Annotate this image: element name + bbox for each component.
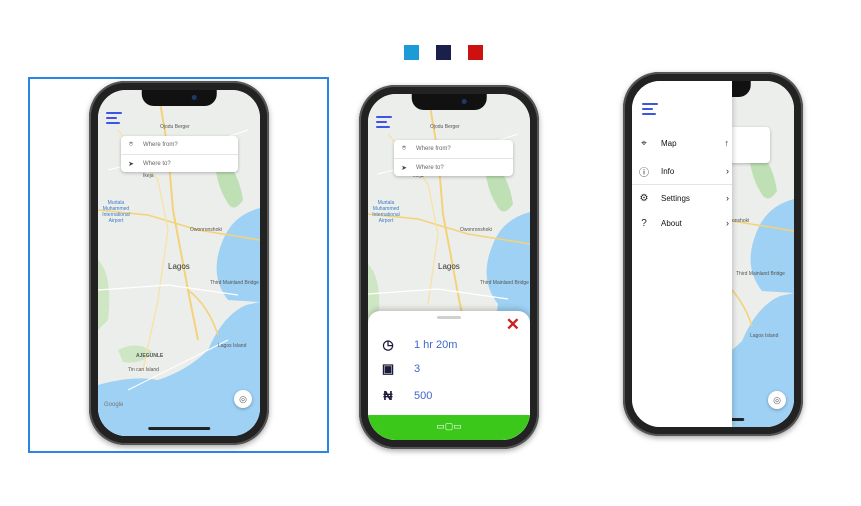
close-icon[interactable]: ✕ bbox=[506, 315, 520, 335]
to-field[interactable]: ➤ Where to? bbox=[121, 154, 238, 173]
question-icon: ? bbox=[641, 217, 647, 229]
camera-dot bbox=[191, 95, 197, 100]
duration-row: ◷ 1 hr 20m bbox=[380, 337, 457, 353]
go-button[interactable]: ▭▢▭ bbox=[368, 415, 530, 440]
map-label-lagos-island: Lagos Island bbox=[218, 343, 247, 349]
map-label-ojodu: Ojodu Berger bbox=[160, 124, 190, 130]
pin-icon: ⌾ bbox=[128, 141, 134, 148]
map-label-third-mainland-partial: Third Mainland Bridge bbox=[736, 271, 785, 277]
map-label-third-mainland: Third Mainland Bridge bbox=[480, 280, 529, 286]
home-indicator bbox=[148, 427, 210, 430]
screen: onshoki Third Mainland Bridge Lagos Isla… bbox=[632, 81, 794, 427]
from-placeholder: Where from? bbox=[143, 142, 178, 148]
notch bbox=[411, 94, 487, 110]
phone-map-screen: ⌾ Where from? ➤ Where to? Ojodu Berger Ike… bbox=[89, 81, 269, 445]
camera-dot bbox=[461, 99, 467, 104]
fare-row: ₦ 500 bbox=[380, 388, 432, 403]
google-logo: Google bbox=[104, 402, 124, 408]
map-label-airport: Murtala Muhammed International Airport bbox=[102, 200, 130, 224]
menu-icon[interactable] bbox=[642, 103, 660, 118]
my-location-button[interactable]: ◎ bbox=[234, 390, 252, 408]
from-field[interactable]: ⌾ Where from? bbox=[121, 136, 238, 154]
map-label-airport: Murtala Muhammed International Airport bbox=[372, 200, 400, 224]
buses-row: ▣ 3 bbox=[380, 361, 420, 377]
my-location-button[interactable]: ◎ bbox=[768, 391, 786, 409]
navigation-arrow-icon: ➤ bbox=[128, 161, 134, 168]
search-card: ⌾ Where from? ➤ Where to? bbox=[394, 140, 513, 176]
info-icon: ⓘ bbox=[639, 167, 649, 179]
map-label-lagos: Lagos bbox=[438, 262, 460, 271]
map-label-owonronshoki-partial: onshoki bbox=[732, 218, 750, 224]
swatch-light-blue[interactable] bbox=[404, 45, 419, 60]
trip-bottom-sheet: ✕ ◷ 1 hr 20m ▣ 3 ₦ 500 ▭▢▭ bbox=[368, 311, 530, 440]
chevron-up-icon: ↑ bbox=[724, 138, 730, 148]
map-label-owonronshoki: Owonronshoki bbox=[190, 227, 222, 233]
screen: ⌾ Where from? ➤ Where to? Ojodu Berger Ike… bbox=[98, 90, 260, 436]
gear-icon: ⚙ bbox=[639, 192, 649, 204]
menu-icon[interactable] bbox=[376, 116, 394, 131]
map-label-ikeja: Ikeja bbox=[143, 173, 154, 179]
buses-value: 3 bbox=[414, 363, 421, 375]
clock-icon: ◷ bbox=[382, 337, 394, 352]
phone-trip-screen: ⌾ Where from? ➤ Where to? Ojodu Berger Ike… bbox=[359, 85, 539, 449]
swatch-navy[interactable] bbox=[436, 45, 451, 60]
chevron-right-icon: › bbox=[726, 193, 729, 203]
from-placeholder: Where from? bbox=[416, 146, 451, 152]
to-field[interactable]: ➤ Where to? bbox=[394, 158, 513, 177]
drawer-item-settings[interactable]: ⚙ Settings › bbox=[637, 189, 729, 207]
drawer-item-label: Map bbox=[661, 138, 677, 148]
screen: ⌾ Where from? ➤ Where to? Ojodu Berger Ike… bbox=[368, 94, 530, 440]
navigation-drawer: ⌖ Map ↑ ⓘ Info › ⚙ Settings › ? About › bbox=[632, 81, 732, 427]
map-label-ajegunle: AJEGUNLE bbox=[136, 353, 164, 359]
map-label-tincan: Tin can Island bbox=[128, 367, 159, 373]
navigation-arrow-icon: ➤ bbox=[401, 165, 407, 172]
notch bbox=[141, 90, 217, 106]
to-placeholder: Where to? bbox=[416, 165, 444, 171]
map-pin-icon: ⌖ bbox=[641, 137, 647, 149]
drawer-item-map[interactable]: ⌖ Map ↑ bbox=[637, 134, 729, 152]
drawer-item-label: Info bbox=[661, 166, 675, 176]
map-label-owonronshoki: Owonronshoki bbox=[460, 227, 492, 233]
to-placeholder: Where to? bbox=[143, 161, 171, 167]
map-label-lagos-island-partial: Lagos Island bbox=[750, 333, 779, 339]
drawer-item-label: About bbox=[661, 218, 682, 228]
menu-icon[interactable] bbox=[106, 112, 124, 127]
divider bbox=[632, 184, 732, 185]
map-label-lagos: Lagos bbox=[168, 262, 190, 271]
duration-value: 1 hr 20m bbox=[414, 339, 458, 351]
naira-icon: ₦ bbox=[383, 388, 393, 403]
bus-icon: ▣ bbox=[381, 361, 395, 376]
phone-drawer-screen: onshoki Third Mainland Bridge Lagos Isla… bbox=[623, 72, 803, 436]
map-label-third-mainland: Third Mainland Bridge bbox=[210, 280, 259, 286]
drawer-item-info[interactable]: ⓘ Info › bbox=[637, 162, 729, 180]
pin-icon: ⌾ bbox=[401, 145, 407, 152]
chevron-right-icon: › bbox=[726, 166, 729, 176]
drag-handle[interactable] bbox=[437, 316, 461, 319]
map-label-ojodu: Ojodu Berger bbox=[430, 124, 460, 130]
search-card: ⌾ Where from? ➤ Where to? bbox=[121, 136, 238, 172]
fare-value: 500 bbox=[414, 389, 433, 402]
drawer-item-about[interactable]: ? About › bbox=[637, 214, 729, 232]
chevron-right-icon: › bbox=[726, 218, 729, 228]
drawer-item-label: Settings bbox=[661, 193, 690, 203]
from-field[interactable]: ⌾ Where from? bbox=[394, 140, 513, 158]
bus-icon: ▭▢▭ bbox=[436, 421, 462, 431]
swatch-red[interactable] bbox=[468, 45, 483, 60]
